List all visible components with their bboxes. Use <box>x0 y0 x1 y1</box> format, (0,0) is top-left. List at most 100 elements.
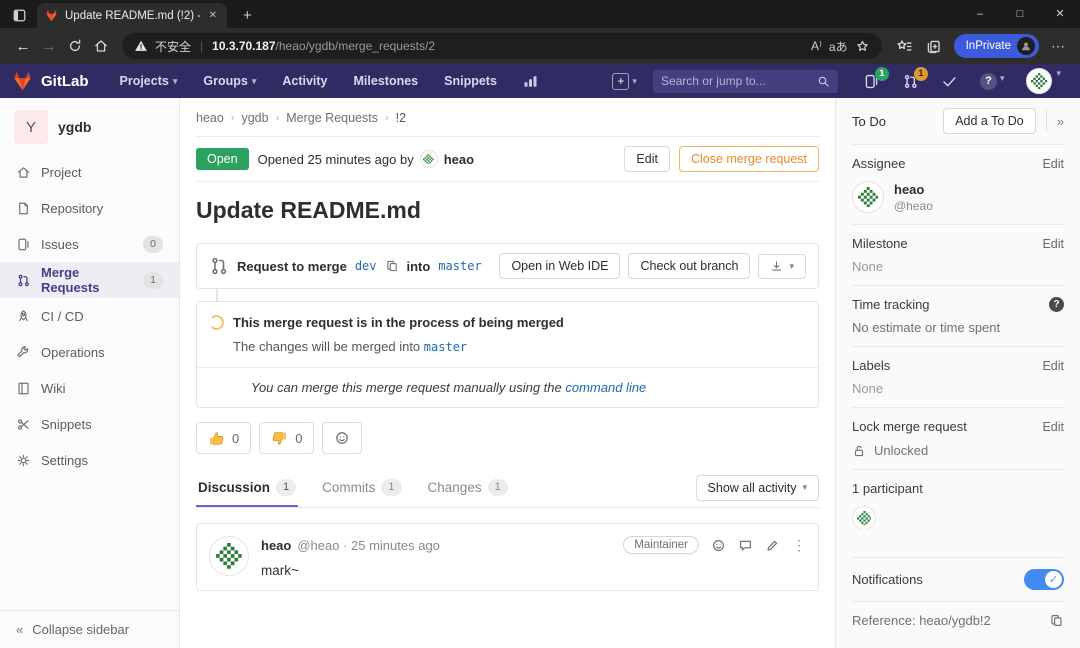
merge-requests-dashboard-button[interactable]: 1 <box>895 73 926 90</box>
edit-comment-icon[interactable] <box>765 538 780 553</box>
project-header[interactable]: Y ygdb <box>0 98 179 154</box>
collapse-sidebar-button[interactable]: « Collapse sidebar <box>0 610 179 648</box>
maximize-button[interactable]: □ <box>1000 0 1040 28</box>
nav-milestones[interactable]: Milestones <box>345 74 428 88</box>
comment-author-name[interactable]: heao <box>261 538 291 553</box>
security-warning-icon[interactable] <box>134 39 148 53</box>
charts-icon[interactable] <box>514 74 547 89</box>
new-menu-button[interactable]: + ▾ <box>612 73 637 90</box>
checkout-branch-button[interactable]: Check out branch <box>628 253 750 279</box>
gitlab-logo[interactable]: GitLab <box>12 71 89 91</box>
help-menu-button[interactable]: ? ▾ <box>973 73 1012 90</box>
notifications-toggle[interactable]: ✓ <box>1024 569 1064 590</box>
reply-comment-icon[interactable] <box>738 538 753 553</box>
tab-commits[interactable]: Commits 1 <box>320 468 403 507</box>
collections-icon[interactable] <box>925 38 942 55</box>
source-branch-link[interactable]: dev <box>355 259 377 273</box>
read-aloud-icon[interactable]: A⁾ <box>811 39 822 53</box>
issues-dashboard-button[interactable]: 1 <box>856 73 887 90</box>
more-actions-icon[interactable]: ⋮ <box>792 537 806 554</box>
chevron-down-icon: ▾ <box>1000 73 1005 90</box>
add-favorite-icon[interactable] <box>855 39 870 54</box>
comment-author-avatar[interactable] <box>209 536 249 576</box>
assignee-avatar[interactable] <box>852 181 884 213</box>
browser-tab[interactable]: Update README.md (!2) - Merge ✕ <box>37 3 227 28</box>
home-button[interactable] <box>88 38 114 54</box>
assignee-handle: @heao <box>894 199 933 213</box>
forward-button[interactable]: → <box>36 38 62 55</box>
sidebar-item-repository[interactable]: Repository <box>0 190 179 226</box>
thumbsdown-button[interactable]: 0 <box>259 422 314 454</box>
nav-projects[interactable]: Projects▾ <box>111 74 187 88</box>
toolbar-right-icons: InPrivate ⋯ <box>896 34 1066 58</box>
tab-actions-icon[interactable] <box>12 8 27 23</box>
merge-widget-header: Request to merge dev into master Open in… <box>196 243 819 289</box>
status-badge: Open <box>196 148 249 170</box>
tab-changes[interactable]: Changes 1 <box>426 468 510 507</box>
copy-branch-icon[interactable] <box>385 259 399 273</box>
sidebar-item-issues[interactable]: Issues 0 <box>0 226 179 262</box>
command-line-link[interactable]: command line <box>565 380 646 395</box>
close-merge-request-button[interactable]: Close merge request <box>679 146 819 172</box>
back-button[interactable]: ← <box>10 38 36 55</box>
minimize-button[interactable]: – <box>960 0 1000 28</box>
sidebar-item-merge-requests[interactable]: Merge Requests 1 <box>0 262 179 298</box>
nav-activity[interactable]: Activity <box>273 74 336 88</box>
nav-groups[interactable]: Groups▾ <box>194 74 265 88</box>
book-icon <box>16 381 31 396</box>
activity-filter-dropdown[interactable]: Show all activity ▾ <box>696 475 819 501</box>
browser-titlebar: Update README.md (!2) - Merge ✕ + – □ ✕ <box>0 0 1080 28</box>
project-sidebar: Y ygdb Project Repository Issues 0 Merge… <box>0 98 180 648</box>
open-web-ide-button[interactable]: Open in Web IDE <box>499 253 620 279</box>
sidebar-item-operations[interactable]: Operations <box>0 334 179 370</box>
author-name[interactable]: heao <box>444 152 474 167</box>
collapse-right-sidebar-icon[interactable]: » <box>1057 114 1064 129</box>
search-input[interactable]: Search or jump to... <box>653 70 838 93</box>
chevron-down-icon: ▾ <box>252 76 257 87</box>
add-todo-button[interactable]: Add a To Do <box>943 108 1036 134</box>
add-emoji-button[interactable] <box>322 422 362 454</box>
target-branch-link[interactable]: master <box>424 340 467 354</box>
edit-labels-link[interactable]: Edit <box>1042 359 1064 373</box>
edit-button[interactable]: Edit <box>624 146 670 172</box>
browser-menu-icon[interactable]: ⋯ <box>1051 38 1066 55</box>
time-tracking-help-icon[interactable]: ? <box>1049 297 1064 312</box>
nav-snippets[interactable]: Snippets <box>435 74 506 88</box>
add-reaction-icon[interactable] <box>711 538 726 553</box>
translate-icon[interactable]: aあ <box>829 38 848 55</box>
mr-tabs: Discussion 1 Commits 1 Changes 1 Show al… <box>196 468 819 508</box>
new-tab-button[interactable]: + <box>237 7 258 24</box>
issues-icon <box>16 237 31 252</box>
download-dropdown-button[interactable]: ▾ <box>758 254 806 279</box>
assignee-name[interactable]: heao <box>894 182 933 197</box>
breadcrumb-section[interactable]: Merge Requests <box>286 111 378 125</box>
todos-button[interactable] <box>934 73 965 90</box>
edit-assignee-link[interactable]: Edit <box>1042 157 1064 171</box>
sidebar-item-cicd[interactable]: CI / CD <box>0 298 179 334</box>
role-badge: Maintainer <box>623 536 699 554</box>
url-text[interactable]: 10.3.70.187/heao/ygdb/merge_requests/2 <box>212 39 435 53</box>
sidebar-item-snippets[interactable]: Snippets <box>0 406 179 442</box>
breadcrumb-group[interactable]: heao <box>196 111 224 125</box>
sidebar-item-wiki[interactable]: Wiki <box>0 370 179 406</box>
author-avatar[interactable] <box>420 150 438 168</box>
sidebar-item-settings[interactable]: Settings <box>0 442 179 478</box>
address-bar[interactable]: 不安全 | 10.3.70.187/heao/ygdb/merge_reques… <box>122 33 882 59</box>
target-branch-link[interactable]: master <box>438 259 481 273</box>
edit-milestone-link[interactable]: Edit <box>1042 237 1064 251</box>
copy-reference-icon[interactable] <box>1049 613 1064 628</box>
inprivate-badge[interactable]: InPrivate <box>954 34 1039 58</box>
user-menu-button[interactable]: ▾ <box>1019 68 1068 94</box>
favorites-icon[interactable] <box>896 38 913 55</box>
close-tab-icon[interactable]: ✕ <box>207 10 219 21</box>
edit-lock-link[interactable]: Edit <box>1042 420 1064 434</box>
participant-avatar[interactable] <box>852 506 876 530</box>
close-window-button[interactable]: ✕ <box>1040 0 1080 28</box>
gitlab-brand-text: GitLab <box>41 73 89 90</box>
milestone-section: Milestone Edit None <box>852 224 1064 285</box>
sidebar-item-project[interactable]: Project <box>0 154 179 190</box>
thumbsup-button[interactable]: 0 <box>196 422 251 454</box>
breadcrumb-project[interactable]: ygdb <box>241 111 268 125</box>
tab-discussion[interactable]: Discussion 1 <box>196 468 298 507</box>
refresh-button[interactable] <box>62 38 88 54</box>
